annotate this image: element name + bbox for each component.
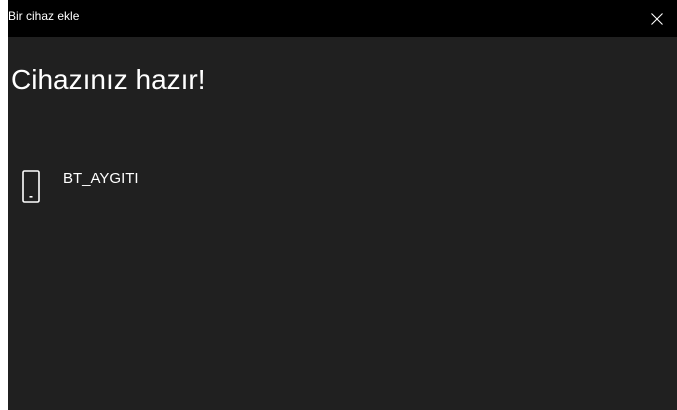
phone-icon <box>22 170 40 203</box>
close-icon <box>651 12 663 25</box>
page-heading: Cihazınız hazır! <box>11 64 206 95</box>
close-button[interactable] <box>637 0 677 37</box>
device-name: BT_AYGITI <box>63 170 139 187</box>
device-item: BT_AYGITI <box>22 167 139 203</box>
add-device-window: Bir cihaz ekle Cihazınız hazır! BT_AYGIT… <box>8 0 677 410</box>
window-title: Bir cihaz ekle <box>8 9 80 23</box>
title-bar: Bir cihaz ekle <box>8 0 677 37</box>
